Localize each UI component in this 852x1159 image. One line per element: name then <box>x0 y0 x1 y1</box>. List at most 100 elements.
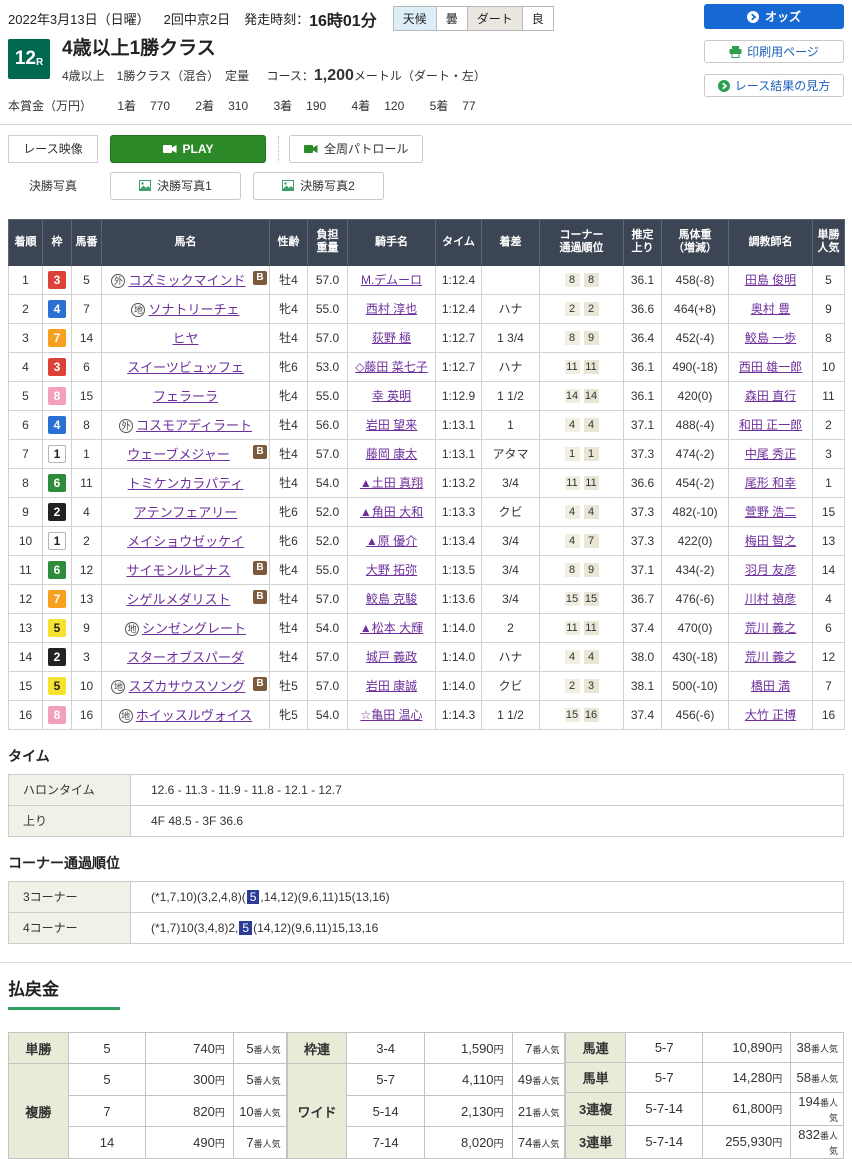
payout-amount: 10,890円 <box>703 1032 791 1062</box>
jockey-link[interactable]: M.デムーロ <box>361 273 422 287</box>
result-row: 8611トミケンカラパティ牡454.0▲土田 真翔1:13.23/4111136… <box>9 468 845 497</box>
horse-name-cell: スターオブスパーダ <box>102 642 270 671</box>
print-page-button[interactable]: 印刷用ページ <box>704 40 844 63</box>
time-section-title: タイム <box>8 746 844 766</box>
bet-selection: 5-7-14 <box>625 1125 702 1158</box>
start-time-value: 16時01分 <box>309 7 377 31</box>
result-row: 16816地ホイッスルヴォイス牝554.0☆亀田 温心1:14.31 1/215… <box>9 700 845 729</box>
horse-name-cell: B外コズミックマインド <box>102 265 270 294</box>
trainer-link[interactable]: 川村 禎彦 <box>745 592 796 606</box>
horse-link[interactable]: スズカサウスソング <box>128 679 245 694</box>
horse-link[interactable]: シゲルメダリスト <box>126 592 230 607</box>
trainer-link[interactable]: 橋田 満 <box>751 679 790 693</box>
payout-popularity: 194番人気 <box>791 1092 844 1125</box>
corner-section-title: コーナー通過順位 <box>8 853 844 873</box>
favorite-cell: 16 <box>813 700 845 729</box>
weather-label: 天候 <box>394 7 437 30</box>
trainer-link[interactable]: 羽月 友彦 <box>745 563 796 577</box>
payout-popularity: 38番人気 <box>791 1032 844 1062</box>
horse-link[interactable]: コスモアディラート <box>136 418 252 433</box>
weight-cell: 55.0 <box>308 381 348 410</box>
horse-link[interactable]: サイモンルピナス <box>126 563 230 578</box>
bet-type-label: 3連複 <box>566 1092 626 1125</box>
trainer-cell: 萱野 浩二 <box>729 497 813 526</box>
trainer-link[interactable]: 荒川 義之 <box>745 621 796 635</box>
jockey-cell: 城戸 義政 <box>348 642 436 671</box>
horse-link[interactable]: トミケンカラパティ <box>128 476 244 491</box>
horse-link[interactable]: アテンフェアリー <box>134 505 238 520</box>
trainer-cell: 和田 正一郎 <box>729 410 813 439</box>
trainer-link[interactable]: 森田 直行 <box>745 389 796 403</box>
jockey-link[interactable]: ▲土田 真翔 <box>360 476 423 490</box>
horse-link[interactable]: ソナトリーチェ <box>148 302 239 317</box>
trainer-link[interactable]: 西田 雄一郎 <box>739 360 802 374</box>
horse-link[interactable]: シンゼングレート <box>142 621 246 636</box>
jockey-link[interactable]: ▲原 優介 <box>366 534 417 548</box>
trainer-link[interactable]: 萱野 浩二 <box>745 505 796 519</box>
jockey-link[interactable]: 岩田 康誠 <box>366 679 417 693</box>
frame-cell: 7 <box>43 584 72 613</box>
jockey-link[interactable]: 幸 英明 <box>372 389 411 403</box>
trainer-link[interactable]: 荒川 義之 <box>745 650 796 664</box>
horse-link[interactable]: スターオブスパーダ <box>127 650 244 665</box>
margin-cell: 1 1/2 <box>482 381 540 410</box>
body-weight-cell: 464(+8) <box>662 294 729 323</box>
prize-amount: 190 <box>306 99 326 113</box>
jockey-link[interactable]: 岩田 望来 <box>366 418 417 432</box>
frame-badge: 6 <box>48 474 66 492</box>
play-button[interactable]: PLAY <box>110 135 266 163</box>
blinker-badge: B <box>253 561 267 575</box>
weight-cell: 57.0 <box>308 671 348 700</box>
corner4-position: 2 <box>584 302 599 316</box>
trainer-link[interactable]: 奥村 豊 <box>751 302 790 316</box>
jockey-link[interactable]: ☆亀田 温心 <box>360 708 422 722</box>
trainer-cell: 森田 直行 <box>729 381 813 410</box>
trainer-link[interactable]: 田島 俊明 <box>745 273 796 287</box>
payout-amount: 4,110円 <box>424 1064 512 1096</box>
order-cell: 11 <box>9 555 43 584</box>
horse-link[interactable]: コズミックマインド <box>128 273 245 288</box>
horse-link[interactable]: ホイッスルヴォイス <box>136 708 253 723</box>
horse-number-cell: 1 <box>72 439 102 468</box>
trainer-link[interactable]: 鮫島 一歩 <box>745 331 796 345</box>
sex-age-cell: 牡4 <box>270 265 308 294</box>
bet-selection: 3-4 <box>347 1032 425 1064</box>
circle-arrow-icon <box>718 80 730 92</box>
trainer-link[interactable]: 尾形 和幸 <box>745 476 796 490</box>
trainer-link[interactable]: 和田 正一郎 <box>739 418 802 432</box>
horse-link[interactable]: ヒヤ <box>172 331 198 346</box>
corner4-position: 7 <box>584 534 599 548</box>
sex-age-cell: 牡4 <box>270 584 308 613</box>
jockey-link[interactable]: 西村 淳也 <box>366 302 417 316</box>
jockey-link[interactable]: 荻野 極 <box>372 331 411 345</box>
odds-button[interactable]: オッズ <box>704 4 844 29</box>
jockey-link[interactable]: 城戸 義政 <box>366 650 417 664</box>
order-cell: 3 <box>9 323 43 352</box>
result-row: 1423スターオブスパーダ牡457.0城戸 義政1:14.0ハナ4438.043… <box>9 642 845 671</box>
horse-link[interactable]: メイショウゼッケイ <box>127 534 244 549</box>
jockey-link[interactable]: ▲松本 大輝 <box>360 621 423 635</box>
trainer-link[interactable]: 大竹 正博 <box>745 708 796 722</box>
horse-link[interactable]: ウェーブメジャー <box>127 447 230 462</box>
trainer-cell: 梅田 智之 <box>729 526 813 555</box>
trainer-link[interactable]: 梅田 智之 <box>745 534 796 548</box>
jockey-link[interactable]: 大野 拓弥 <box>366 563 417 577</box>
patrol-video-button[interactable]: 全周パトロール <box>289 135 423 163</box>
result-row: 5815フェラーラ牝455.0幸 英明1:12.91 1/2141436.142… <box>9 381 845 410</box>
jockey-link[interactable]: ◇藤田 菜七子 <box>355 360 428 374</box>
weight-cell: 52.0 <box>308 526 348 555</box>
jockey-link[interactable]: 藤岡 康太 <box>366 447 417 461</box>
finish-photo1-button[interactable]: 決勝写真1 <box>110 172 241 200</box>
finish-photo2-button[interactable]: 決勝写真2 <box>253 172 384 200</box>
horse-link[interactable]: フェラーラ <box>153 389 218 404</box>
jockey-link[interactable]: ▲角田 大和 <box>360 505 423 519</box>
prize-label: 本賞金（万円） <box>8 99 92 113</box>
result-guide-button[interactable]: レース結果の見方 <box>704 74 844 97</box>
trainer-link[interactable]: 中尾 秀正 <box>745 447 796 461</box>
weight-cell: 54.0 <box>308 468 348 497</box>
horse-link[interactable]: スイーツビュッフェ <box>127 360 244 375</box>
payout-popularity: 5番人気 <box>233 1064 286 1096</box>
trainer-cell: 鮫島 一歩 <box>729 323 813 352</box>
bet-selection: 5-7 <box>625 1062 702 1092</box>
jockey-link[interactable]: 鮫島 克駿 <box>366 592 417 606</box>
